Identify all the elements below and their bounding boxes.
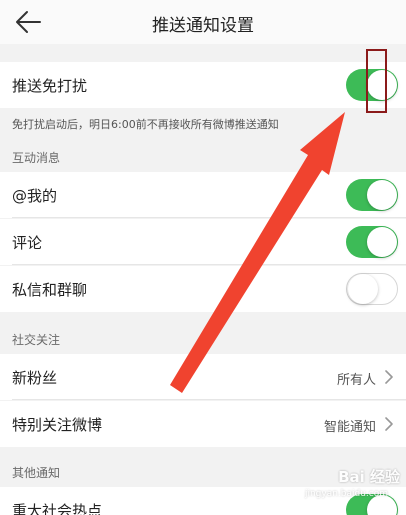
divider <box>12 217 406 218</box>
list-item-new-fans[interactable]: 新粉丝 所有人 <box>0 354 406 400</box>
divider <box>12 399 406 400</box>
item-label: 重大社会热点 <box>12 502 103 515</box>
dnd-note: 免打扰启动后，明日6:00前不再接收所有微博推送通知 <box>12 118 279 131</box>
toggle-knob <box>348 274 378 304</box>
list-item-messages[interactable]: 私信和群聊 <box>0 266 406 312</box>
item-label: @我的 <box>12 187 58 205</box>
section-title-social: 社交关注 <box>12 333 61 347</box>
list-item-at-me[interactable]: @我的 <box>0 172 406 218</box>
item-label: 新粉丝 <box>12 369 58 387</box>
section-title-other: 其他通知 <box>12 466 61 480</box>
top-bar: 推送通知设置 <box>0 0 406 44</box>
section-title-interaction: 互动消息 <box>12 151 61 165</box>
at-me-toggle[interactable] <box>346 179 398 211</box>
toggle-knob <box>367 180 397 210</box>
item-value: 智能通知 <box>323 420 376 435</box>
watermark-url: jingyan.baidu.com <box>304 489 388 499</box>
item-label: 特别关注微博 <box>12 416 103 434</box>
list-item-comments[interactable]: 评论 <box>0 219 406 265</box>
item-label: 评论 <box>12 234 43 252</box>
chevron-right-icon <box>385 370 393 384</box>
highlight-box <box>366 49 387 113</box>
toggle-knob <box>367 227 397 257</box>
messages-toggle[interactable] <box>346 273 398 305</box>
page-title: 推送通知设置 <box>152 16 254 36</box>
item-value: 所有人 <box>336 373 376 388</box>
list-item-special-follow[interactable]: 特别关注微博 智能通知 <box>0 401 406 447</box>
dnd-row[interactable]: 推送免打扰 <box>0 62 406 108</box>
comments-toggle[interactable] <box>346 226 398 258</box>
divider <box>12 264 406 265</box>
chevron-right-icon <box>385 417 393 431</box>
watermark-logo: Bai 经验 <box>338 468 400 486</box>
item-label: 私信和群聊 <box>12 281 88 299</box>
dnd-label: 推送免打扰 <box>12 77 88 95</box>
